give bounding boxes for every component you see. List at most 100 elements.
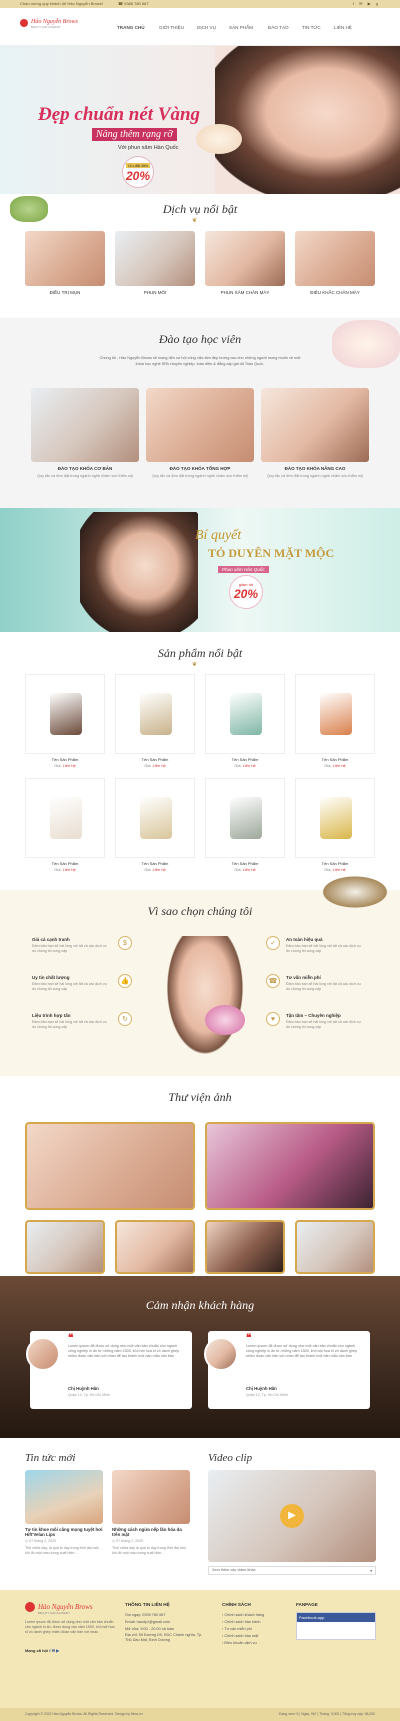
training-image-2[interactable] (146, 388, 254, 462)
hero-banner[interactable]: Đẹp chuẩn nét Vàng Nâng thêm rạng rỡ Với… (0, 46, 400, 194)
footer-logo[interactable]: Hảo Nguyễn Brows BEAUTY AND ACADEMY (25, 1602, 93, 1615)
reason-desc: Đảm bảo bạn sẽ hài lòng với tất cả các d… (32, 944, 107, 953)
reason-desc: Đảm bảo bạn sẽ hài lòng với tất cả các d… (32, 1020, 107, 1029)
video-select[interactable]: Xem thêm các video khác ▾ (208, 1566, 376, 1575)
social-icons[interactable]: f ✉ ▶ (49, 1648, 59, 1653)
copyright-bar: Copyright © 2020 Hảo Nguyễn Brows. All R… (0, 1708, 400, 1721)
training-image-3[interactable] (261, 388, 369, 462)
news-headline-1[interactable]: Tự tin khoe môi căng mọng tuyệt hơi Hift… (25, 1527, 103, 1537)
training-image-1[interactable] (31, 388, 139, 462)
product-price: Giá: Liên hệ (54, 867, 76, 872)
service-image-4[interactable] (295, 231, 375, 286)
gallery-image-3[interactable] (25, 1220, 105, 1274)
promo-badge: giảm tới 20% (229, 575, 263, 609)
video-player[interactable]: ▶ (208, 1470, 376, 1562)
logo-icon (25, 1602, 35, 1612)
training-name-1[interactable]: ĐÀO TẠO KHÓA CƠ BẢN (31, 466, 139, 471)
product-card[interactable] (295, 778, 375, 858)
customer-address: Quận 12, Tp. Hồ Chí Minh (68, 1393, 110, 1397)
gallery-image-4[interactable] (115, 1220, 195, 1274)
customer-avatar (204, 1337, 238, 1371)
product-card[interactable] (205, 674, 285, 754)
gallery-title: Thư viện ảnh (168, 1090, 232, 1104)
customer-name: Chị Huỳnh Hân (246, 1386, 277, 1391)
logo[interactable]: Hảo Nguyễn Brows BEAUTY AND ACADEMY (20, 19, 78, 29)
policy-link[interactable]: › Chính sách bảo mật (222, 1633, 264, 1640)
training-name-2[interactable]: ĐÀO TẠO KHÓA TỔNG HỢP (146, 466, 254, 471)
gallery-image-6[interactable] (295, 1220, 375, 1274)
product-name[interactable]: Tên Sản Phẩm (205, 861, 285, 866)
product-name[interactable]: Tên Sản Phẩm (205, 757, 285, 762)
menu-item-news[interactable]: TIN TỨC (302, 25, 321, 30)
menu-item-training[interactable]: ĐÀO TẠO (268, 25, 289, 30)
service-image-3[interactable] (205, 231, 285, 286)
news-image-2[interactable] (112, 1470, 190, 1524)
service-label-1[interactable]: ĐIỀU TRỊ MỤN (25, 290, 105, 295)
menu-item-about[interactable]: GIỚI THIỆU (159, 25, 184, 30)
product-card[interactable] (25, 778, 105, 858)
menu-item-products[interactable]: SẢN PHẨM (229, 25, 253, 30)
top-bar: Chào mừng quý khách tới Hảo Nguyễn Brows… (0, 0, 400, 8)
product-image (320, 797, 352, 839)
training-title: Đào tạo học viên (158, 332, 242, 346)
header-nav: Hảo Nguyễn Brows BEAUTY AND ACADEMY TRAN… (0, 8, 400, 46)
service-label-3[interactable]: PHUN XĂM CHÂN MÀY (205, 290, 285, 295)
reason-title: Giá cả cạnh tranh (32, 937, 70, 942)
menu-item-services[interactable]: DỊCH VỤ (197, 25, 216, 30)
play-icon[interactable]: ▶ (280, 1504, 304, 1528)
service-label-2[interactable]: PHUN MÔI (115, 290, 195, 295)
hero-subtitle: Nâng thêm rạng rỡ (92, 128, 177, 141)
service-label-4[interactable]: ĐIÊU KHẮC CHÂN MÀY (295, 290, 375, 295)
training-desc-1: Quy tắc và đơn đặt trong ngành nghề chăm… (37, 474, 133, 478)
product-card[interactable] (115, 674, 195, 754)
customer-avatar (26, 1337, 60, 1371)
product-card[interactable] (115, 778, 195, 858)
policy-link[interactable]: › Tư vấn miễn phí (222, 1626, 264, 1633)
testimonial-card-2: ❝ Lorem ipsum đã được sử dụng như một vă… (204, 1331, 370, 1409)
service-image-1[interactable] (25, 231, 105, 286)
contact-heading: THÔNG TIN LIÊN HỆ (125, 1602, 170, 1607)
policy-link[interactable]: › Chính sách khách hàng (222, 1612, 264, 1619)
training-name-3[interactable]: ĐÀO TẠO KHÓA NÂNG CAO (261, 466, 369, 471)
fanpage-widget[interactable]: Facebook.app (296, 1612, 376, 1640)
product-image (230, 797, 262, 839)
gallery-image-1[interactable] (25, 1122, 195, 1210)
gallery-image-2[interactable] (205, 1122, 375, 1210)
social-icons[interactable]: f ✉ ▶ g (353, 1, 380, 6)
reason-desc: Đảm bảo bạn sẽ hài lòng với tất cả các d… (32, 982, 107, 991)
service-image-2[interactable] (115, 231, 195, 286)
news-headline-2[interactable]: Những cách ngừa nếp lão hóa da trên mặt (112, 1527, 190, 1537)
product-image (230, 693, 262, 735)
product-name[interactable]: Tên Sản Phẩm (295, 861, 375, 866)
product-image (50, 693, 82, 735)
reason-desc: Đảm bảo bạn sẽ hài lòng với tất cả các d… (286, 982, 361, 991)
title-ornament-icon: ❦ (192, 218, 198, 224)
promo-title: Bí quyết (195, 528, 242, 543)
testimonials-title: Cảm nhận khách hàng (145, 1298, 255, 1312)
menu-item-contact[interactable]: LIÊN HỆ (334, 25, 352, 30)
menu-item-home[interactable]: TRANG CHỦ (117, 25, 145, 30)
policy-link[interactable]: › Chính sách bảo hành (222, 1619, 264, 1626)
chevron-down-icon: ▾ (370, 1569, 372, 1573)
product-card[interactable] (295, 674, 375, 754)
product-card[interactable] (25, 674, 105, 754)
reason-icon: ↻ (118, 1012, 132, 1026)
policy-link[interactable]: › Điều khoản dịch vụ (222, 1640, 264, 1647)
footer-intro: Lorem ipsum đã được sử dụng như một văn … (25, 1620, 115, 1634)
why-orchid-image (205, 1005, 245, 1035)
reason-title: Tư vấn miễn phí (286, 975, 321, 980)
footer-contact-list: Gọi ngay: 0395 780 667 Email: haody1@gmai… (125, 1613, 203, 1642)
product-name[interactable]: Tên Sản Phẩm (25, 757, 105, 762)
gallery-image-5[interactable] (205, 1220, 285, 1274)
promo-banner[interactable]: Bí quyết TỎ DUYÊN MẶT MỘC Phun xăm Hàn Q… (0, 508, 400, 632)
product-name[interactable]: Tên Sản Phẩm (25, 861, 105, 866)
product-name[interactable]: Tên Sản Phẩm (115, 757, 195, 762)
quote-icon: ❝ (68, 1333, 74, 1344)
product-card[interactable] (205, 778, 285, 858)
product-price: Giá: Liên hệ (54, 763, 76, 768)
news-date-2: ◷ 07 tháng 2, 2020 (112, 1539, 144, 1543)
news-image-1[interactable] (25, 1470, 103, 1524)
phone-text[interactable]: ☎ 0388 780 667 (118, 1, 149, 6)
product-name[interactable]: Tên Sản Phẩm (295, 757, 375, 762)
product-name[interactable]: Tên Sản Phẩm (115, 861, 195, 866)
